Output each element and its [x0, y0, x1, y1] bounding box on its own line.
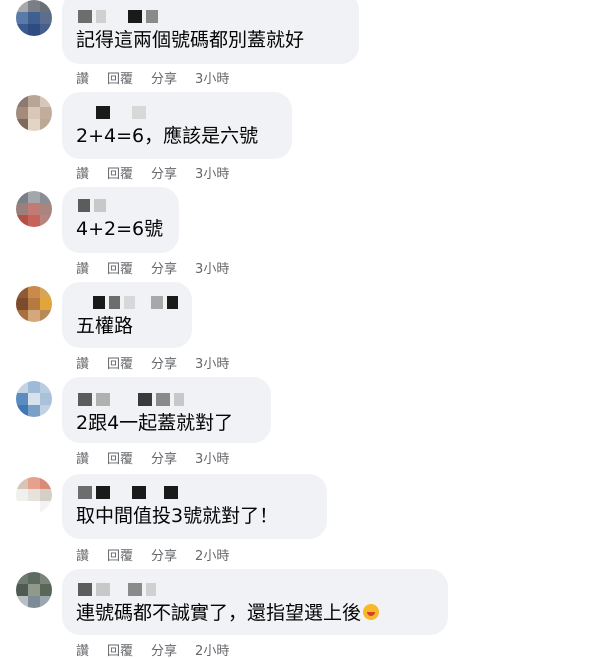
- timestamp[interactable]: 2小時: [195, 640, 229, 659]
- avatar[interactable]: [16, 95, 52, 131]
- avatar[interactable]: [16, 286, 52, 322]
- reply-link[interactable]: 回覆: [107, 258, 133, 277]
- share-link[interactable]: 分享: [151, 640, 177, 659]
- comment-text: 2跟4一起蓋就對了: [76, 412, 234, 434]
- like-link[interactable]: 讚: [76, 640, 89, 659]
- comment-bubble: 4+2=6號: [62, 187, 179, 253]
- comment-text-content: 連號碼都不誠實了，還指望選上後: [76, 602, 362, 624]
- commenter-name-redacted[interactable]: [78, 583, 434, 597]
- comment-actions: 讚 回覆 分享 3小時: [76, 353, 247, 372]
- comment-text: 4+2=6號: [76, 218, 164, 240]
- comment-actions: 讚 回覆 分享 3小時: [76, 258, 247, 277]
- comment-bubble: 連號碼都不誠實了，還指望選上後: [62, 569, 448, 635]
- comment-actions: 讚 回覆 分享 3小時: [76, 163, 247, 182]
- like-link[interactable]: 讚: [76, 353, 89, 372]
- share-link[interactable]: 分享: [151, 68, 177, 87]
- comment-actions: 讚 回覆 分享 2小時: [76, 545, 247, 564]
- like-link[interactable]: 讚: [76, 448, 89, 467]
- comment-bubble: 2+4=6，應該是六號: [62, 92, 292, 159]
- comment-actions: 讚 回覆 分享 3小時: [76, 68, 247, 87]
- avatar[interactable]: [16, 381, 52, 417]
- reply-link[interactable]: 回覆: [107, 448, 133, 467]
- commenter-name-redacted[interactable]: [78, 106, 278, 120]
- reply-link[interactable]: 回覆: [107, 545, 133, 564]
- comment-actions: 讚 回覆 分享 3小時: [76, 448, 247, 467]
- share-link[interactable]: 分享: [151, 353, 177, 372]
- reply-link[interactable]: 回覆: [107, 163, 133, 182]
- reply-link[interactable]: 回覆: [107, 68, 133, 87]
- commenter-name-redacted[interactable]: [78, 10, 345, 24]
- share-link[interactable]: 分享: [151, 163, 177, 182]
- commenter-name-redacted[interactable]: [78, 296, 178, 310]
- comment-actions: 讚 回覆 分享 2小時: [76, 640, 247, 659]
- comment-text: 連號碼都不誠實了，還指望選上後: [76, 601, 434, 625]
- avatar[interactable]: [16, 0, 52, 36]
- rolling-laughing-emoji-icon: [363, 604, 380, 620]
- avatar[interactable]: [16, 572, 52, 608]
- like-link[interactable]: 讚: [76, 68, 89, 87]
- timestamp[interactable]: 2小時: [195, 545, 229, 564]
- reply-link[interactable]: 回覆: [107, 353, 133, 372]
- commenter-name-redacted[interactable]: [78, 486, 313, 500]
- comment-text: 2+4=6，應該是六號: [76, 125, 259, 147]
- comment-text: 取中間值投3號就對了！: [76, 505, 279, 527]
- share-link[interactable]: 分享: [151, 448, 177, 467]
- comment-bubble: 取中間值投3號就對了！: [62, 474, 327, 539]
- comment-bubble: 記得這兩個號碼都別蓋就好: [62, 0, 359, 64]
- commenter-name-redacted[interactable]: [78, 199, 165, 213]
- timestamp[interactable]: 3小時: [195, 353, 229, 372]
- timestamp[interactable]: 3小時: [195, 258, 229, 277]
- reply-link[interactable]: 回覆: [107, 640, 133, 659]
- share-link[interactable]: 分享: [151, 258, 177, 277]
- like-link[interactable]: 讚: [76, 545, 89, 564]
- timestamp[interactable]: 3小時: [195, 68, 229, 87]
- like-link[interactable]: 讚: [76, 163, 89, 182]
- like-link[interactable]: 讚: [76, 258, 89, 277]
- timestamp[interactable]: 3小時: [195, 163, 229, 182]
- comment-text: 記得這兩個號碼都別蓋就好: [76, 29, 305, 51]
- share-link[interactable]: 分享: [151, 545, 177, 564]
- comment-text: 五權路: [76, 315, 134, 337]
- avatar[interactable]: [16, 191, 52, 227]
- comment-bubble: 2跟4一起蓋就對了: [62, 377, 271, 443]
- comment-bubble: 五權路: [62, 282, 192, 348]
- avatar[interactable]: [16, 477, 52, 513]
- timestamp[interactable]: 3小時: [195, 448, 229, 467]
- commenter-name-redacted[interactable]: [78, 393, 257, 407]
